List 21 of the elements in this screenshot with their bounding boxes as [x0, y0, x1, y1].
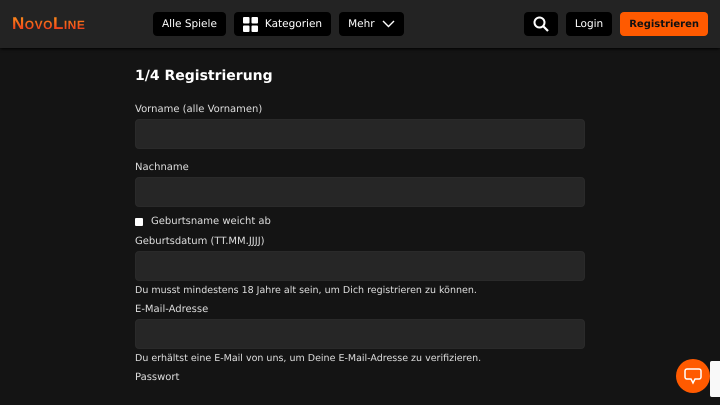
field-hint: Du musst mindestens 18 Jahre alt sein, um Dich registrieren zu können. — [135, 285, 478, 296]
chat-icon — [684, 367, 702, 385]
field-label: Vorname (alle Vornamen) — [135, 104, 264, 115]
nav-button[interactable]: Kategorien — [234, 12, 332, 36]
caret-icon — [382, 20, 395, 28]
checkbox[interactable] — [135, 218, 143, 226]
form-title: 1/4 Registrierung — [135, 68, 274, 84]
chat-button[interactable] — [676, 359, 710, 393]
grid-icon — [242, 16, 258, 32]
field-label: Nachname — [135, 162, 190, 173]
register-button[interactable]: Registrieren — [620, 12, 708, 36]
field-label: Geburtsdatum (TT.MM.JJJJ) — [135, 236, 266, 247]
field-label: E-Mail-Adresse — [135, 304, 210, 315]
login-button[interactable]: Login — [566, 12, 612, 36]
field-label: Passwort — [135, 372, 180, 383]
nav-button[interactable]: Alle Spiele — [153, 12, 226, 36]
search-icon — [532, 16, 549, 32]
search-button[interactable] — [524, 12, 558, 36]
nav-button[interactable]: Mehr — [339, 12, 404, 36]
field-hint: Du erhältst eine E-Mail von uns, um Deine E-Mail-Adresse zu verifizieren. — [135, 353, 482, 364]
checkbox-label: Geburtsname weicht ab — [151, 216, 271, 227]
